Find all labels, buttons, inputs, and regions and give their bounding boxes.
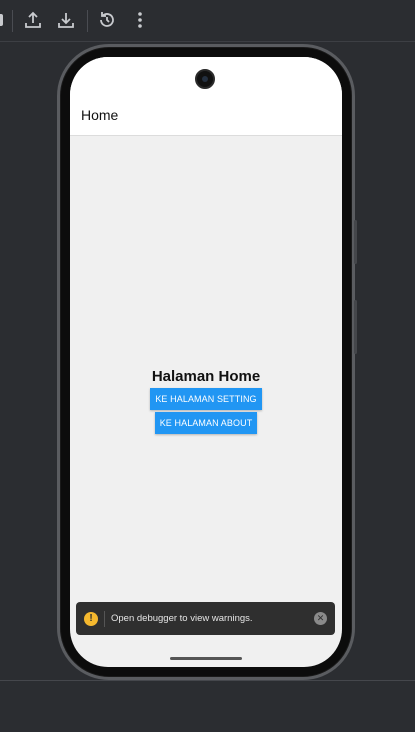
page-title: Halaman Home [151, 368, 261, 385]
toolbar [0, 0, 415, 42]
more-vertical-icon[interactable] [129, 9, 151, 31]
device-screen: Home Halaman Home KE HALAMAN SETTING KE … [70, 57, 342, 667]
rotate-icon[interactable] [96, 9, 118, 31]
app-bar-title: Home [81, 107, 119, 123]
toast-divider [104, 610, 105, 627]
toolbar-separator [12, 10, 13, 32]
home-indicator[interactable] [170, 657, 242, 660]
camera-icon [195, 69, 215, 89]
volume-button [354, 220, 357, 264]
go-to-setting-button[interactable]: KE HALAMAN SETTING [150, 388, 262, 410]
upload-icon[interactable] [22, 9, 44, 31]
warning-toast[interactable]: ! Open debugger to view warnings. ✕ [76, 602, 335, 635]
close-icon[interactable]: ✕ [314, 612, 327, 625]
bottom-panel [0, 680, 415, 732]
go-to-about-button[interactable]: KE HALAMAN ABOUT [154, 412, 258, 434]
home-content: Halaman Home KE HALAMAN SETTING KE HALAM… [70, 367, 342, 434]
download-icon[interactable] [55, 9, 77, 31]
power-button [354, 300, 357, 354]
warning-icon: ! [84, 611, 98, 626]
toast-message: Open debugger to view warnings. [111, 613, 253, 624]
toolbar-separator [87, 10, 88, 32]
toolbar-edge-handle [0, 14, 3, 26]
